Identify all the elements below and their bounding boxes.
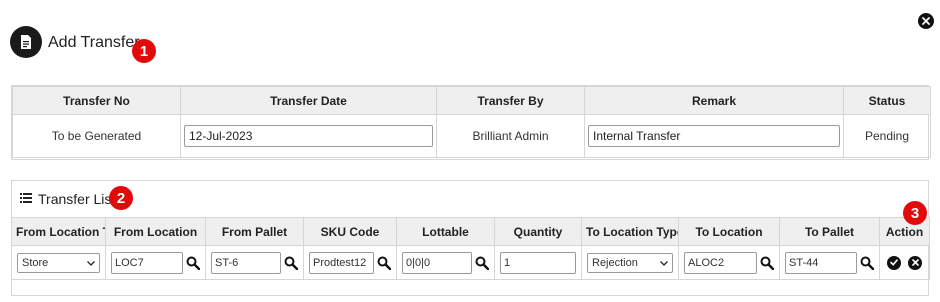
transfer-date-input[interactable]: 12-Jul-2023 [184,125,433,147]
to-location-input[interactable]: ALOC2 [684,251,757,274]
col-from-location-type: From Location Type [11,217,106,246]
transfer-details-panel: Transfer No Transfer Date Transfer By Re… [11,85,931,160]
col-to-location: To Location [678,217,780,246]
search-icon[interactable] [186,256,200,270]
transfer-no-value: To be Generated [12,114,181,158]
col-remark: Remark [584,86,844,115]
transfer-list-table: From Location Type From Location From Pa… [11,217,930,280]
step-badge-3: 3 [903,201,927,225]
page-title: Add Transfer [48,34,140,51]
col-sku-code: SKU Code [303,217,397,246]
transfer-list-header: Transfer List [12,181,928,217]
search-icon[interactable] [377,256,391,270]
col-from-pallet: From Pallet [205,217,304,246]
col-quantity: Quantity [494,217,582,246]
from-pallet-input[interactable]: ST-6 [211,251,281,274]
transfer-by-value: Brilliant Admin [436,114,585,158]
confirm-icon[interactable] [886,255,901,270]
col-transfer-no: Transfer No [12,86,181,115]
lottable-input[interactable]: 0|0|0 [402,251,472,274]
col-status: Status [843,86,931,115]
col-from-location: From Location [105,217,206,246]
status-value: Pending [843,114,931,158]
document-icon [10,26,42,58]
to-location-type-select[interactable]: Rejection [587,252,673,273]
remark-input[interactable]: Internal Transfer [588,125,840,147]
from-location-type-select[interactable]: Store [17,252,100,273]
to-pallet-input[interactable]: ST-44 [785,251,857,274]
col-transfer-date: Transfer Date [180,86,437,115]
list-icon [20,190,32,208]
transfer-list-title: Transfer List [38,191,116,207]
search-icon[interactable] [475,256,489,270]
table-row: Store LOC7 ST-6 Prodtest12 0|0|0 1 Rejec… [11,245,930,280]
step-badge-1: 1 [132,39,156,63]
search-icon[interactable] [860,256,874,270]
col-lottable: Lottable [396,217,495,246]
chevron-down-icon [87,257,95,269]
col-to-location-type: To Location Type [581,217,679,246]
sku-code-input[interactable]: Prodtest12 [309,251,374,274]
col-to-pallet: To Pallet [779,217,880,246]
remove-icon[interactable] [908,255,923,270]
step-badge-2: 2 [109,186,133,210]
quantity-input[interactable]: 1 [500,251,576,274]
from-location-input[interactable]: LOC7 [111,251,183,274]
transfer-list-panel: Transfer List From Location Type From Lo… [11,180,930,296]
chevron-down-icon [660,257,668,269]
close-icon[interactable] [918,13,934,29]
col-transfer-by: Transfer By [436,86,585,115]
search-icon[interactable] [760,256,774,270]
search-icon[interactable] [284,256,298,270]
